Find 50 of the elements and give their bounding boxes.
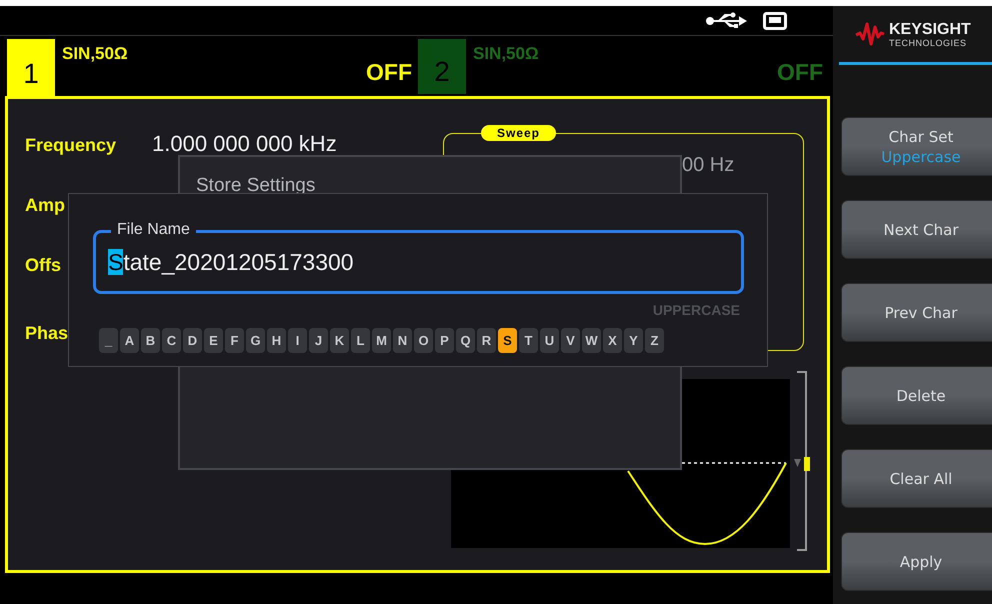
character-key[interactable]: B bbox=[141, 328, 160, 353]
character-key[interactable]: P bbox=[435, 328, 454, 353]
sweep-value: 00 Hz bbox=[682, 154, 734, 176]
character-key[interactable]: C bbox=[162, 328, 181, 353]
parameter-value[interactable]: 1.000 000 000 kHz bbox=[152, 131, 443, 157]
character-key[interactable]: J bbox=[309, 328, 328, 353]
parameter-label: Phas bbox=[25, 323, 68, 344]
character-key[interactable]: E bbox=[204, 328, 223, 353]
character-key[interactable]: D bbox=[183, 328, 202, 353]
brand-name: KEYSIGHT bbox=[889, 20, 971, 38]
channel-output-state: OFF bbox=[366, 59, 412, 86]
channel-signal: SIN,50Ω bbox=[62, 44, 128, 65]
softkey-button[interactable]: Prev Char bbox=[841, 283, 992, 342]
channel-tab[interactable]: 1 bbox=[7, 39, 55, 96]
character-key[interactable]: I bbox=[288, 328, 307, 353]
character-key[interactable]: X bbox=[603, 328, 622, 353]
character-key[interactable]: V bbox=[561, 328, 580, 353]
dialog-title: Store Settings bbox=[196, 175, 316, 196]
parameter-label: Offs bbox=[25, 255, 61, 276]
character-key[interactable]: U bbox=[540, 328, 559, 353]
parameter-label: Frequency bbox=[25, 135, 116, 156]
character-key[interactable]: G bbox=[246, 328, 265, 353]
character-key[interactable]: Y bbox=[624, 328, 643, 353]
softkey-button[interactable]: Clear All bbox=[841, 449, 992, 508]
parameter-label: Amp bbox=[25, 195, 65, 216]
softkey-button[interactable]: Delete bbox=[841, 366, 992, 425]
channel-output-state: OFF bbox=[777, 59, 823, 86]
character-key[interactable]: H bbox=[267, 328, 286, 353]
character-key[interactable]: M bbox=[372, 328, 391, 353]
character-key[interactable]: L bbox=[351, 328, 370, 353]
character-key[interactable]: T bbox=[519, 328, 538, 353]
character-key[interactable]: O bbox=[414, 328, 433, 353]
softkey-button[interactable]: Char Set Uppercase bbox=[841, 117, 992, 176]
character-key[interactable]: Q bbox=[456, 328, 475, 353]
softkey-button[interactable]: Next Char bbox=[841, 200, 992, 259]
brand-subtitle: TECHNOLOGIES bbox=[889, 38, 968, 48]
softkey-button[interactable]: Apply bbox=[841, 532, 992, 591]
sweep-badge: Sweep bbox=[481, 125, 556, 141]
character-key[interactable]: K bbox=[330, 328, 349, 353]
character-key[interactable]: N bbox=[393, 328, 412, 353]
character-key[interactable]: F bbox=[225, 328, 244, 353]
channel-signal: SIN,50Ω bbox=[473, 44, 539, 65]
character-key[interactable]: W bbox=[582, 328, 601, 353]
wave-logo-icon bbox=[855, 21, 885, 47]
character-key[interactable]: _ bbox=[99, 328, 118, 353]
character-key[interactable]: S bbox=[498, 328, 517, 353]
character-key[interactable]: Z bbox=[645, 328, 664, 353]
network-port-icon bbox=[763, 12, 787, 30]
character-key[interactable]: R bbox=[477, 328, 496, 353]
character-key[interactable]: A bbox=[120, 328, 139, 353]
